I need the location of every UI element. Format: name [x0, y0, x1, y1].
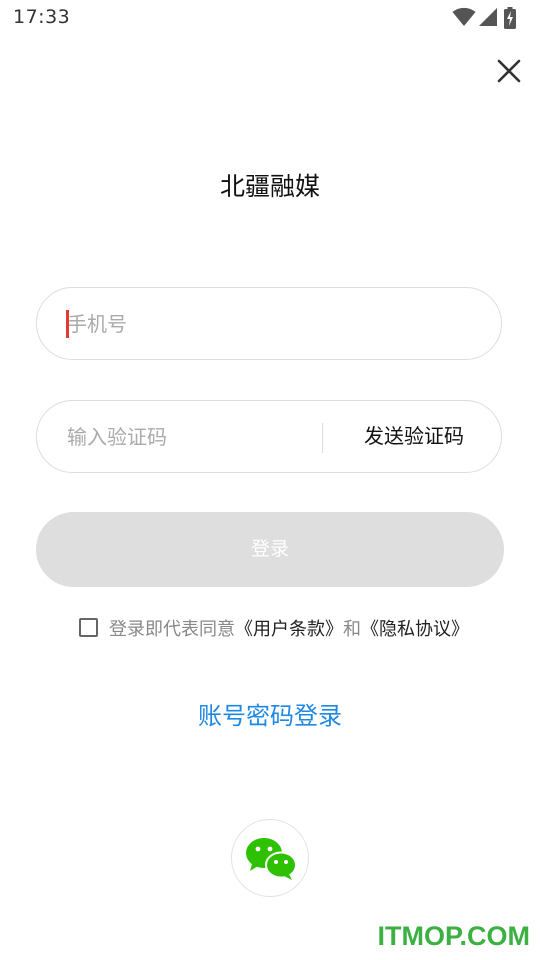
cellular-signal-icon	[479, 8, 497, 26]
wechat-login-button[interactable]	[231, 819, 309, 897]
close-icon	[497, 59, 521, 83]
battery-charging-icon	[504, 7, 516, 29]
terms-link[interactable]: 《用户条款》	[235, 619, 343, 640]
field-divider	[322, 423, 323, 453]
agreement-prefix: 登录即代表同意	[109, 619, 235, 640]
watermark: ITMOP.COM	[377, 921, 530, 951]
close-button[interactable]	[492, 54, 526, 88]
page-title: 北疆融媒	[219, 172, 320, 201]
login-button[interactable]: 登录	[36, 512, 504, 587]
wifi-icon	[452, 7, 476, 26]
status-bar: 17:33	[0, 0, 540, 36]
agreement-checkbox[interactable]	[79, 618, 98, 637]
verification-code-input[interactable]	[67, 401, 317, 472]
agreement-and: 和	[343, 619, 361, 640]
verification-code-field[interactable]: 发送验证码	[36, 400, 502, 473]
privacy-link[interactable]: 《隐私协议》	[361, 619, 469, 640]
send-code-button[interactable]: 发送验证码	[337, 401, 491, 472]
agreement-text: 登录即代表同意《用户条款》和《隐私协议》	[109, 617, 469, 643]
account-password-login-link[interactable]: 账号密码登录	[198, 702, 342, 730]
phone-input[interactable]	[67, 288, 467, 359]
text-caret	[66, 310, 69, 338]
account-login-row: 账号密码登录	[0, 696, 540, 731]
phone-field[interactable]	[36, 287, 502, 360]
wechat-icon	[246, 838, 297, 880]
status-time: 17:33	[13, 6, 71, 28]
